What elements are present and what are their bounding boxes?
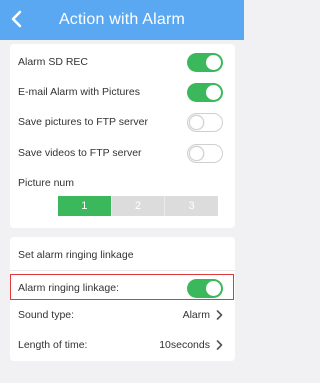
alarm-sd-rec-row: Alarm SD REC <box>10 47 235 77</box>
picture-num-option-3[interactable]: 3 <box>165 196 218 216</box>
header-bar: Action with Alarm <box>0 0 244 40</box>
linkage-section-header: Set alarm ringing linkage <box>10 240 235 270</box>
sound-type-value: Alarm <box>182 309 210 321</box>
sound-type-row[interactable]: Sound type: Alarm <box>10 300 235 330</box>
ftp-pictures-toggle[interactable] <box>187 112 223 132</box>
ringing-linkage-label: Alarm ringing linkage: <box>18 282 119 294</box>
back-button[interactable] <box>4 4 30 34</box>
ringing-linkage-row: Alarm ringing linkage: <box>10 273 235 303</box>
ftp-videos-label: Save videos to FTP server <box>18 147 142 159</box>
picture-num-row: Picture num <box>10 168 235 198</box>
email-alarm-label: E-mail Alarm with Pictures <box>18 86 140 98</box>
chevron-right-icon <box>216 338 223 353</box>
page-title: Action with Alarm <box>58 11 186 28</box>
sound-type-value-wrap: Alarm <box>183 308 223 323</box>
email-alarm-row: E-mail Alarm with Pictures <box>10 77 235 107</box>
picture-num-label: Picture num <box>18 177 75 189</box>
ftp-pictures-row: Save pictures to FTP server <box>10 107 235 137</box>
ringing-linkage-toggle[interactable] <box>187 278 223 298</box>
linkage-section-title: Set alarm ringing linkage <box>18 249 134 261</box>
length-of-time-row[interactable]: Length of time: 10seconds <box>10 330 235 360</box>
chevron-left-icon <box>11 10 22 28</box>
length-of-time-value: 10seconds <box>159 339 210 351</box>
ftp-videos-toggle[interactable] <box>187 143 223 163</box>
alarm-settings-card: Alarm SD REC E-mail Alarm with Pictures … <box>10 44 235 228</box>
divider <box>10 270 235 271</box>
chevron-right-icon <box>216 308 223 323</box>
alarm-sd-rec-toggle[interactable] <box>187 52 223 72</box>
ftp-videos-row: Save videos to FTP server <box>10 138 235 168</box>
picture-num-selector: 1 2 3 <box>58 196 218 216</box>
length-of-time-label: Length of time: <box>18 339 88 351</box>
email-alarm-toggle[interactable] <box>187 82 223 102</box>
sound-type-label: Sound type: <box>18 309 75 321</box>
length-of-time-value-wrap: 10seconds <box>159 338 223 353</box>
picture-num-option-2[interactable]: 2 <box>112 196 166 216</box>
ftp-pictures-label: Save pictures to FTP server <box>18 116 148 128</box>
picture-num-option-1[interactable]: 1 <box>58 196 112 216</box>
alarm-sd-rec-label: Alarm SD REC <box>18 56 89 68</box>
linkage-card: Set alarm ringing linkage Alarm ringing … <box>10 237 235 361</box>
